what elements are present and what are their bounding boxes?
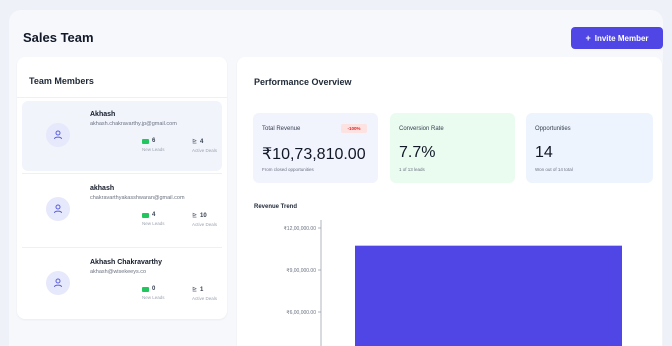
y-tick-label: ₹6,00,000.00 (286, 310, 316, 316)
kpi-label: Opportunities (535, 126, 571, 132)
deals-label: Active Deals (192, 148, 218, 153)
kpi-subtext: 1 of 13 leads (399, 167, 425, 172)
active-deals-stat: ⊵ 1 Active Deals (192, 286, 232, 302)
member-card[interactable]: Akhash Chakravarthy akhash@wisekeeys.co … (22, 249, 222, 319)
active-deals-stat: ⊵ 10 Active Deals (192, 212, 232, 228)
new-leads-stat: 4 New Leads (142, 212, 182, 226)
leads-icon (142, 286, 149, 292)
user-icon (46, 123, 70, 147)
y-tick-label: ₹12,00,000.00 (284, 226, 317, 232)
deals-label: Active Deals (192, 222, 218, 227)
leads-icon (142, 212, 149, 218)
revenue-bar[interactable] (355, 245, 622, 346)
deals-count: 4 (200, 138, 204, 145)
change-badge: -100% (341, 124, 367, 133)
leads-label: New Leads (142, 295, 165, 300)
invite-member-button[interactable]: + Invite Member (571, 27, 663, 49)
team-members-title: Team Members (29, 76, 94, 86)
kpi-label: Total Revenue (262, 126, 301, 132)
page-title: Sales Team (23, 30, 94, 45)
page-header: Sales Team + Invite Member (9, 10, 663, 62)
conversion-rate-card: Conversion Rate 7.7% 1 of 13 leads (390, 113, 515, 183)
deals-icon: ⊵ (192, 139, 198, 145)
total-revenue-card: Total Revenue -100% ₹10,73,810.00 From c… (253, 113, 378, 183)
leads-count: 0 (152, 286, 156, 292)
member-card[interactable]: Akhash akhash.chakravarthy.jp@gmail.com … (22, 101, 222, 171)
deals-icon: ⊵ (192, 213, 198, 219)
kpi-subtext: Won out of 14 total (535, 167, 573, 172)
new-leads-stat: 0 New Leads (142, 286, 182, 300)
opportunities-card: Opportunities 14 Won out of 14 total (526, 113, 653, 183)
deals-count: 1 (200, 286, 204, 293)
member-email: akhash.chakravarthy.jp@gmail.com (90, 121, 177, 127)
divider (17, 97, 227, 98)
user-icon (46, 197, 70, 221)
kpi-value: ₹10,73,810.00 (262, 146, 366, 163)
kpi-value: 7.7% (399, 144, 436, 161)
active-deals-stat: ⊵ 4 Active Deals (192, 138, 232, 154)
leads-label: New Leads (142, 147, 165, 152)
divider (22, 173, 222, 174)
performance-overview-title: Performance Overview (254, 77, 352, 87)
kpi-label: Conversion Rate (399, 126, 444, 132)
leads-label: New Leads (142, 221, 165, 226)
member-name: Akhash Chakravarthy (90, 259, 162, 266)
y-tick-label: ₹9,00,000.00 (286, 268, 316, 274)
member-email: akhash@wisekeeys.co (90, 269, 147, 275)
deals-icon: ⊵ (192, 287, 198, 293)
deals-label: Active Deals (192, 296, 218, 301)
member-card[interactable]: akhash chakravarthyakasshwaran@gmail.com… (22, 175, 222, 245)
leads-count: 6 (152, 138, 156, 144)
member-email: chakravarthyakasshwaran@gmail.com (90, 195, 185, 201)
plus-icon: + (585, 33, 591, 43)
member-name: akhash (90, 185, 115, 192)
member-name: Akhash (90, 111, 116, 118)
user-icon (46, 271, 70, 295)
leads-icon (142, 138, 149, 144)
team-members-card: Team Members Akhash akhash.chakravarthy.… (17, 57, 227, 319)
invite-member-label: Invite Member (594, 33, 649, 43)
leads-count: 4 (152, 212, 156, 218)
revenue-trend-chart: ₹12,00,000.00 ₹9,00,000.00 ₹6,00,000.00 (284, 220, 622, 346)
new-leads-stat: 6 New Leads (142, 138, 182, 152)
kpi-value: 14 (535, 144, 553, 161)
deals-count: 10 (200, 212, 207, 219)
divider (22, 247, 222, 248)
kpi-subtext: From closed opportunities (262, 167, 314, 172)
